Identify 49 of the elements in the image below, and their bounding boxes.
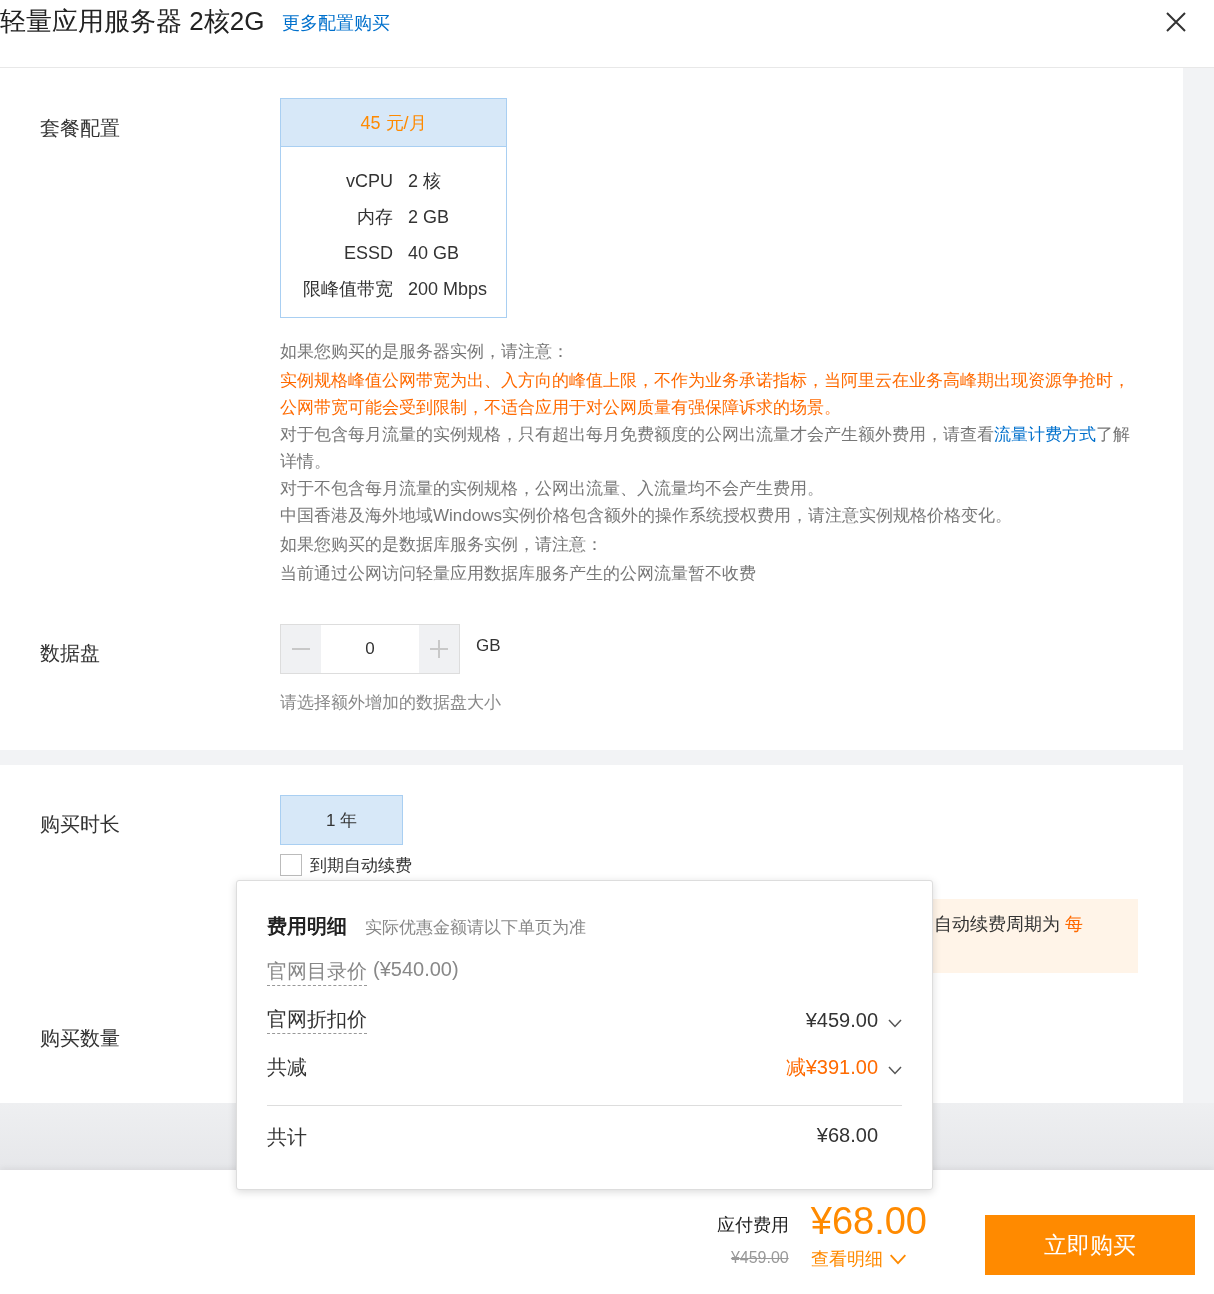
cost-value: 减¥391.00 xyxy=(785,1055,878,1080)
spec-value: 40 GB xyxy=(408,242,461,264)
field-label: 购买时长 xyxy=(39,812,121,837)
chevron-down-icon xyxy=(888,1253,907,1265)
billing-link[interactable]: 流量计费方式 xyxy=(994,425,1096,444)
spec-name: ESSD xyxy=(342,242,393,264)
field-label: 数据盘 xyxy=(39,641,101,666)
close-icon xyxy=(1166,11,1186,32)
chevron-down-icon[interactable] xyxy=(888,1066,902,1075)
total-label: 共计 xyxy=(267,1125,307,1150)
list-price-label: 官网目录价 xyxy=(267,958,367,986)
cost-label: 官网折扣价 xyxy=(267,1006,367,1034)
plan-card[interactable]: 45 元/月 vCPU 2 核 内存 2 GB ESSD 40 GB 限峰值带宽 200 Mbps xyxy=(280,98,507,318)
note-text: 中国香港及海外地域Windows实例价格包含额外的操作系统授权费用，请注意实例规格价格变化。 xyxy=(280,505,1013,527)
note-text: 对于不包含每月流量的实例规格，公网出流量、入流量均不会产生费用。 xyxy=(280,478,825,500)
plus-icon xyxy=(430,640,448,658)
more-configs-link[interactable]: 更多配置购买 xyxy=(282,10,391,35)
window-title: 轻量应用服务器 2核2G xyxy=(0,5,265,38)
spec-name: 内存 xyxy=(356,206,393,229)
original-price: ¥459.00 xyxy=(730,1249,789,1268)
spec-name: 限峰值带宽 xyxy=(302,278,393,301)
hint-text: 请选择额外增加的数据盘大小 xyxy=(280,692,501,714)
total-value: ¥68.00 xyxy=(816,1124,878,1148)
cost-label: 共减 xyxy=(267,1055,307,1080)
popup-subtitle: 实际优惠金额请以下单页为准 xyxy=(365,917,586,939)
note-text: 如果您购买的是服务器实例，请注意： xyxy=(280,341,570,363)
popup-title: 费用明细 xyxy=(267,914,347,939)
cost-value: ¥459.00 xyxy=(805,1008,878,1032)
plan-price: 45 元/月 xyxy=(281,99,506,147)
field-label: 套餐配置 xyxy=(39,116,121,141)
spec-value: 2 核 xyxy=(408,170,442,193)
spec-name: vCPU xyxy=(345,170,393,192)
minus-icon xyxy=(292,648,310,650)
unit-label: GB xyxy=(476,635,501,657)
field-label: 购买数量 xyxy=(39,1026,121,1051)
note-text: 如果您购买的是数据库服务实例，请注意： xyxy=(280,534,604,556)
amount-label: 应付费用 xyxy=(716,1214,789,1237)
checkbox-label: 到期自动续费 xyxy=(310,854,412,877)
note-text: 对于包含每月流量的实例规格，只有超出每月免费额度的公网出流量才会产生额外费用，请查看流量计费方式了解详情。 xyxy=(280,424,1131,473)
chevron-down-icon[interactable] xyxy=(888,1018,902,1028)
duration-option[interactable]: 1 年 xyxy=(280,795,403,845)
spec-value: 200 Mbps xyxy=(408,278,489,300)
spec-value: 2 GB xyxy=(408,206,451,228)
note-text: 实例规格峰值公网带宽为出、入方向的峰值上限，不作为业务承诺指标，当阿里云在业务高峰期出现资源争抢时，公网带宽可能会受到限制，不适合应用于对公网质量有强保障诉求的场景。 xyxy=(280,370,1131,419)
checkbox[interactable] xyxy=(280,854,302,876)
total-price: ¥68.00 xyxy=(810,1200,927,1243)
size-stepper[interactable]: 0 xyxy=(280,624,460,674)
close-button[interactable] xyxy=(1166,11,1186,32)
note-text: 当前通过公网访问轻量应用数据库服务产生的公网流量暂不收费 xyxy=(280,563,757,585)
